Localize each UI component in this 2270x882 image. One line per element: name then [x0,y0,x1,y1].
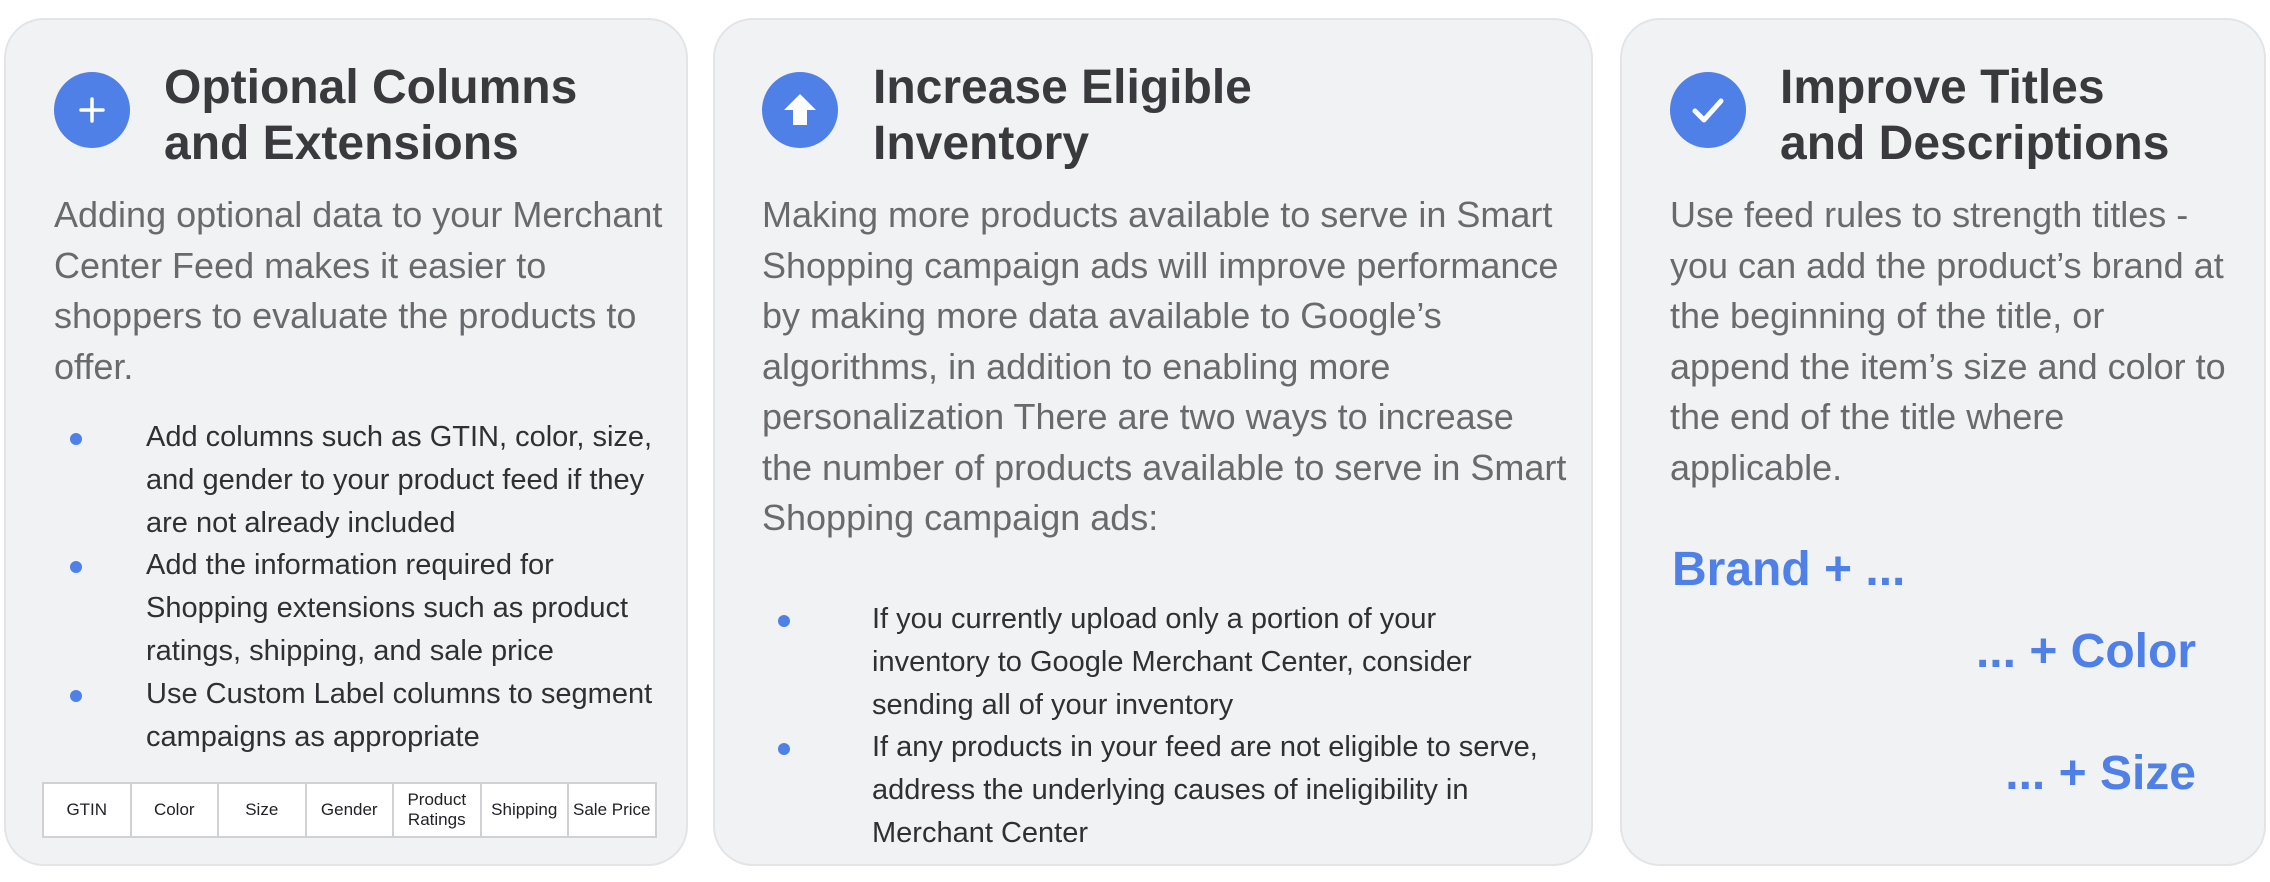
card-intro-text: Use feed rules to strength titles - you … [1670,194,2226,488]
bullet-text: If any products in your feed are not eli… [872,731,1538,849]
bullet-item: If you currently upload only a portion o… [762,598,1552,726]
bullet-item: Add columns such as GTIN, color, size, a… [54,416,674,544]
checkmark-icon [1670,72,1746,148]
bullet-dot [70,433,82,445]
card-title: Optional Columns and Extensions [164,61,578,170]
bullet-item: Add the information required for Shoppin… [54,544,674,672]
table-cell: Size [217,782,307,838]
bullet-list: If you currently upload only a portion o… [762,598,1552,855]
bullet-text: If you currently upload only a portion o… [872,603,1472,721]
bullet-dot [778,743,790,756]
bullet-item: If any products in your feed are not eli… [762,726,1552,854]
table-row: GTIN Color Size Gender Product Ratings S… [42,782,657,838]
card-intro-text: Making more products available to serve … [762,194,1567,538]
bullet-text: Add columns such as GTIN, color, size, a… [146,421,653,539]
bullet-list: Add columns such as GTIN, color, size, a… [54,416,674,758]
table-cell: Sale Price [567,782,657,838]
table-cell: Product Ratings [392,782,482,838]
increase-inventory-card: Increase Eligible Inventory Making more … [713,18,1593,866]
bullet-dot [70,561,82,574]
optional-columns-card: Optional Columns and Extensions Adding o… [4,18,688,866]
card-title: Improve Titles and Descriptions [1780,61,2170,170]
table-cell: Shipping [479,782,569,838]
feed-columns-table: GTIN Color Size Gender Product Ratings S… [42,782,657,838]
card-intro-text: Adding optional data to your Merchant Ce… [54,194,663,387]
bullet-dot [778,615,790,627]
improve-titles-card: Improve Titles and Descriptions Use feed… [1620,18,2266,866]
formula-color: ... + Color [1975,625,2196,678]
arrow-up-icon [762,72,838,148]
bullet-item: Use Custom Label columns to segment camp… [54,673,674,759]
table-cell: GTIN [42,782,132,838]
bullet-dot [70,689,82,702]
formula-size: ... + Size [2005,747,2196,800]
bullet-text: Use Custom Label columns to segment camp… [146,677,653,753]
table-cell: Color [129,782,219,838]
table-cell: Gender [304,782,394,838]
bullet-text: Add the information required for Shoppin… [146,549,629,667]
card-title: Increase Eligible Inventory [873,61,1252,170]
formula-brand: Brand + ... [1672,543,1906,596]
plus-icon [54,72,130,148]
